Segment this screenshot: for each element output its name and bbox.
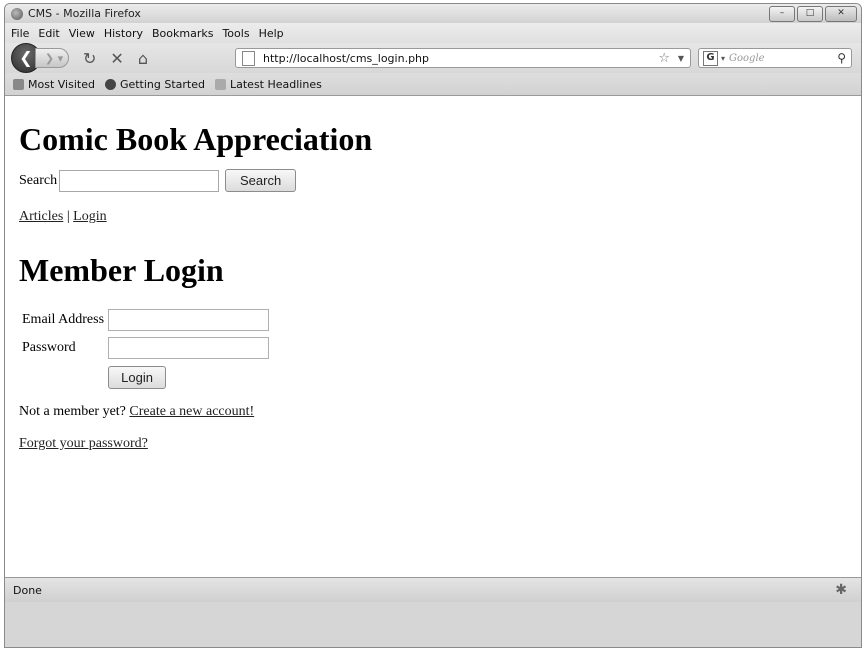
maximize-button[interactable]: □ bbox=[797, 6, 823, 22]
member-prompt-text: Not a member yet? bbox=[19, 404, 126, 419]
forgot-password-link[interactable]: Forgot your password? bbox=[19, 436, 148, 451]
reload-icon[interactable]: ↻ bbox=[83, 49, 96, 68]
signup-prompt: Not a member yet? Create a new account! bbox=[19, 404, 847, 420]
rss-icon bbox=[215, 78, 226, 90]
login-form: Email Address Password Login bbox=[20, 306, 271, 390]
menu-help[interactable]: Help bbox=[259, 27, 284, 40]
search-label: Search bbox=[19, 172, 58, 188]
magnifier-icon[interactable]: ⚲ bbox=[837, 51, 846, 65]
bookmark-star-icon[interactable]: ☆ bbox=[658, 51, 670, 66]
window-title: CMS - Mozilla Firefox bbox=[28, 7, 141, 20]
search-form: Search Search bbox=[19, 169, 847, 192]
search-input[interactable] bbox=[59, 169, 220, 192]
site-nav: Articles | Login bbox=[19, 209, 847, 225]
bookmark-label: Latest Headlines bbox=[230, 77, 322, 91]
password-label: Password bbox=[22, 340, 76, 355]
title-bar: CMS - Mozilla Firefox – □ ✕ bbox=[5, 4, 861, 23]
status-bar: Done ✱ bbox=[5, 577, 861, 602]
window-controls: – □ ✕ bbox=[769, 6, 857, 22]
bookmark-label: Getting Started bbox=[119, 77, 205, 91]
home-icon[interactable]: ⌂ bbox=[138, 49, 148, 68]
login-link[interactable]: Login bbox=[73, 209, 106, 224]
menu-bookmarks[interactable]: Bookmarks bbox=[152, 27, 213, 40]
url-bar[interactable]: http://localhost/cms_login.php ☆ ▼ bbox=[235, 48, 691, 68]
bookmark-label: Most Visited bbox=[28, 77, 95, 91]
page-content: Comic Book Appreciation Search Search Ar… bbox=[5, 96, 861, 577]
nav-separator: | bbox=[66, 209, 70, 224]
page-icon bbox=[242, 50, 255, 66]
bookmarks-toolbar: Most Visited Getting Started Latest Head… bbox=[5, 73, 861, 96]
minimize-button[interactable]: – bbox=[769, 6, 795, 22]
login-button[interactable]: Login bbox=[108, 366, 167, 389]
create-account-link[interactable]: Create a new account! bbox=[129, 404, 254, 419]
email-label: Email Address bbox=[22, 312, 105, 327]
navigation-toolbar: ❮ ❯ ▾ ↻ ✕ ⌂ http://localhost/cms_login.p… bbox=[5, 43, 861, 73]
forgot-password-row: Forgot your password? bbox=[19, 436, 847, 452]
forward-button[interactable]: ❯ ▾ bbox=[35, 48, 69, 68]
search-button[interactable]: Search bbox=[225, 169, 297, 192]
page-heading: Member Login bbox=[19, 252, 224, 288]
most-visited-icon bbox=[13, 78, 24, 90]
search-engine-box[interactable]: G ▾ Google ⚲ bbox=[698, 48, 852, 68]
getting-started-icon bbox=[104, 78, 116, 90]
menu-view[interactable]: View bbox=[69, 27, 95, 40]
bookmark-latest-headlines[interactable]: Latest Headlines bbox=[215, 78, 322, 91]
search-engine-placeholder[interactable]: Google bbox=[729, 53, 765, 64]
email-field[interactable] bbox=[108, 309, 270, 331]
menu-bar: File Edit View History Bookmarks Tools H… bbox=[5, 23, 861, 43]
menu-file[interactable]: File bbox=[11, 27, 29, 40]
stop-icon[interactable]: ✕ bbox=[110, 49, 123, 68]
url-dropdown-icon[interactable]: ▼ bbox=[678, 54, 684, 63]
google-icon[interactable]: G bbox=[703, 50, 718, 66]
bookmark-most-visited[interactable]: Most Visited bbox=[13, 78, 95, 91]
status-text: Done bbox=[13, 583, 42, 597]
search-engine-dropdown-icon[interactable]: ▾ bbox=[721, 54, 725, 63]
site-title: Comic Book Appreciation bbox=[19, 121, 373, 157]
firefox-icon bbox=[11, 7, 23, 20]
menu-history[interactable]: History bbox=[104, 27, 143, 40]
status-activity-icon: ✱ bbox=[835, 582, 847, 598]
articles-link[interactable]: Articles bbox=[19, 209, 63, 224]
url-text[interactable]: http://localhost/cms_login.php bbox=[263, 52, 429, 65]
menu-tools[interactable]: Tools bbox=[222, 27, 249, 40]
password-field[interactable] bbox=[108, 337, 270, 359]
browser-window: CMS - Mozilla Firefox – □ ✕ File Edit Vi… bbox=[4, 3, 862, 648]
close-button[interactable]: ✕ bbox=[825, 6, 857, 22]
menu-edit[interactable]: Edit bbox=[38, 27, 59, 40]
bookmark-getting-started[interactable]: Getting Started bbox=[104, 77, 205, 91]
